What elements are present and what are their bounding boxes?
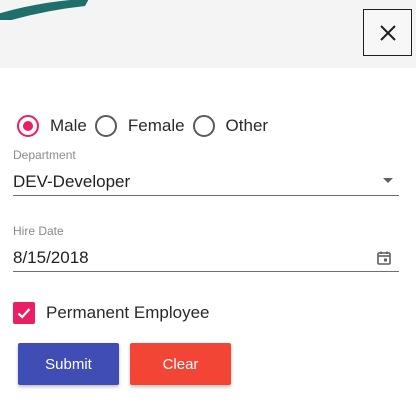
check-icon: [17, 308, 31, 319]
radio-other-circle[interactable]: [192, 115, 215, 137]
clear-button[interactable]: Clear: [130, 343, 231, 385]
dropdown-arrow-icon[interactable]: [383, 178, 393, 183]
gender-radio-female[interactable]: Female: [94, 115, 185, 137]
department-field: Department DEV-Developer: [13, 148, 399, 196]
radio-male-circle[interactable]: [17, 115, 39, 137]
gender-radio-male[interactable]: Male: [17, 115, 87, 137]
department-label: Department: [13, 148, 76, 162]
dialog-header: [0, 0, 416, 68]
permanent-employee-checkbox-row[interactable]: Permanent Employee: [13, 301, 209, 325]
calendar-icon[interactable]: [376, 250, 392, 266]
hire-date-label: Hire Date: [13, 224, 64, 238]
submit-button[interactable]: Submit: [18, 343, 119, 385]
gender-radio-group: Male Female Other: [17, 114, 276, 138]
hire-date-value: 8/15/2018: [13, 247, 89, 267]
department-value: DEV-Developer: [13, 171, 131, 191]
radio-female-circle[interactable]: [94, 115, 117, 137]
close-icon: [379, 24, 396, 41]
permanent-employee-checkbox[interactable]: [13, 302, 35, 324]
employee-form-dialog: Male Female Other Department DEV-Develop…: [0, 0, 416, 416]
header-accent-stripe: [0, 0, 89, 20]
gender-label-other: Other: [225, 116, 269, 135]
gender-radio-other[interactable]: Other: [192, 115, 269, 137]
gender-label-female: Female: [127, 116, 185, 135]
hire-date-field: Hire Date 8/15/2018: [13, 224, 399, 272]
close-button[interactable]: [363, 9, 412, 56]
department-select[interactable]: DEV-Developer: [13, 168, 399, 196]
gender-label-male: Male: [50, 116, 87, 135]
permanent-employee-label: Permanent Employee: [46, 303, 210, 322]
hire-date-input[interactable]: 8/15/2018: [13, 244, 399, 272]
